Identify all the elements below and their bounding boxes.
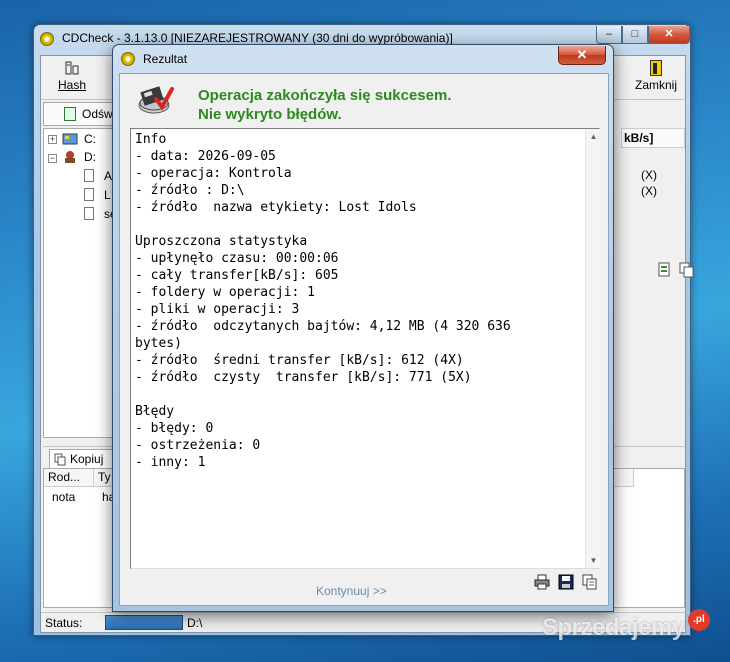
- copy-icon[interactable]: [582, 574, 598, 590]
- report-scrollbar[interactable]: ▲ ▼: [585, 129, 600, 568]
- door-exit-icon: [650, 60, 662, 76]
- app-disc-icon: [40, 32, 54, 46]
- report-line: - upłynęło czasu: 00:00:06: [135, 251, 339, 266]
- status-path: D:\: [187, 616, 203, 630]
- drive-c-icon: [62, 133, 78, 145]
- report-line: - źródło nazwa etykiety: Lost Idols: [135, 200, 417, 215]
- copy-icon[interactable]: [679, 262, 695, 278]
- cd-check-success-icon: [138, 86, 174, 114]
- watermark-badge: .pl: [688, 609, 710, 631]
- hash-icon: [65, 61, 79, 75]
- dialog-close-button[interactable]: ✕: [558, 46, 606, 65]
- report-line: - foldery w operacji: 1: [135, 285, 316, 300]
- watermark-text: Sprzedajemy: [542, 614, 685, 641]
- status-label: Status:: [45, 616, 83, 630]
- main-close-button[interactable]: ✕: [648, 26, 690, 44]
- report-line: Uproszczona statystyka: [135, 234, 308, 249]
- file-icon: [84, 169, 94, 182]
- report-line: - pliki w operacji: 3: [135, 302, 300, 317]
- refresh-icon: [64, 107, 76, 121]
- list-cell: nota: [52, 490, 76, 504]
- hash-label: Hash: [57, 78, 86, 92]
- result-headline: Operacja zakończyła się sukcesem. Nie wy…: [198, 86, 451, 124]
- minimize-button[interactable]: –: [596, 26, 622, 44]
- folder-tree[interactable]: + C: − D: A L se: [43, 128, 123, 438]
- result-headline-line2: Nie wykryto błędów.: [198, 106, 342, 123]
- maximize-button[interactable]: □: [622, 26, 648, 44]
- tree-drive-c[interactable]: C:: [84, 132, 96, 146]
- report-line: - inny: 1: [135, 455, 206, 470]
- result-dialog: Rezultat ✕ Operacja zakończyła się sukce…: [112, 44, 614, 612]
- hash-button[interactable]: Hash: [47, 58, 97, 98]
- tree-file[interactable]: L: [104, 188, 111, 202]
- copy-icon: [54, 453, 66, 466]
- report-line: - źródło : D:\: [135, 183, 245, 198]
- transfer-value: (X): [641, 184, 657, 198]
- report-line: bytes): [135, 336, 182, 351]
- app-disc-icon: [121, 52, 135, 66]
- report-line: [135, 386, 575, 403]
- collapse-toggle[interactable]: −: [48, 154, 57, 163]
- scroll-down-arrow[interactable]: ▼: [586, 553, 601, 568]
- transfer-header: kB/s]: [621, 128, 685, 148]
- report-line: - ostrzeżenia: 0: [135, 438, 261, 453]
- report-icon[interactable]: [657, 262, 673, 278]
- drive-d-icon: [65, 151, 75, 163]
- file-icon: [84, 207, 94, 220]
- continue-link[interactable]: Kontynuuj >>: [316, 584, 387, 598]
- report-line: - operacja: Kontrola: [135, 166, 292, 181]
- status-progress-bar: [105, 615, 183, 630]
- dialog-title: Rezultat: [143, 52, 188, 66]
- save-icon[interactable]: [558, 574, 574, 590]
- report-line: [135, 216, 575, 233]
- report-textbox[interactable]: Info - data: 2026-09-05 - operacja: Kontro…: [130, 128, 600, 569]
- tree-drive-d[interactable]: D:: [84, 150, 96, 164]
- file-icon: [84, 188, 94, 201]
- report-line: - źródło czysty transfer [kB/s]: 771 (5X…: [135, 370, 472, 385]
- refresh-button[interactable]: Odśwież: [43, 102, 128, 126]
- report-line: - cały transfer[kB/s]: 605: [135, 268, 339, 283]
- report-line: - źródło średni transfer [kB/s]: 612 (4X…: [135, 353, 464, 368]
- zamknij-label: Zamknij: [634, 78, 677, 92]
- print-icon[interactable]: [534, 574, 550, 590]
- report-line: - błędy: 0: [135, 421, 214, 436]
- column-header[interactable]: Rod...: [44, 469, 94, 487]
- transfer-value: (X): [641, 168, 657, 182]
- zamknij-button[interactable]: Zamknij: [629, 58, 683, 98]
- report-line: Błędy: [135, 404, 175, 419]
- report-line: - data: 2026-09-05: [135, 149, 276, 164]
- report-text: Info - data: 2026-09-05 - operacja: Kontro…: [135, 131, 575, 471]
- tree-file[interactable]: A: [104, 169, 112, 183]
- report-line: Info: [135, 132, 167, 147]
- tab-kopiuj[interactable]: Kopiuj: [49, 449, 119, 469]
- tab-kopiuj-label: Kopiuj: [70, 452, 104, 466]
- dialog-client: Operacja zakończyła się sukcesem. Nie wy…: [119, 73, 609, 606]
- report-line: - źródło odczytanych bajtów: 4,12 MB (4 …: [135, 319, 511, 334]
- transfer-panel: kB/s] (X) (X): [621, 128, 694, 438]
- scroll-up-arrow[interactable]: ▲: [586, 129, 601, 144]
- expand-toggle[interactable]: +: [48, 135, 57, 144]
- result-headline-line1: Operacja zakończyła się sukcesem.: [198, 87, 452, 104]
- main-window-title: CDCheck - 3.1.13.0 [NIEZAREJESTROWANY (3…: [62, 31, 453, 45]
